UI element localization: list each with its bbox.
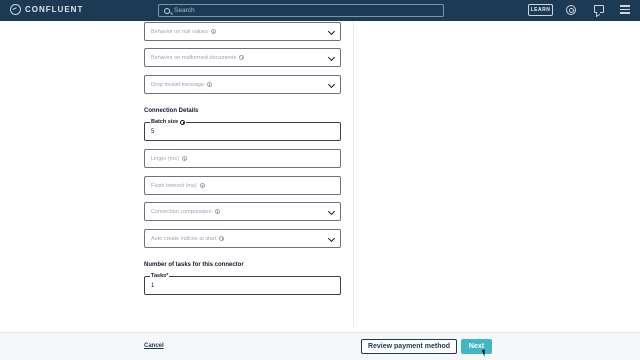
batch-size-field[interactable]: Batch size 5 (144, 119, 341, 141)
select-label: Behavior on null values (151, 29, 216, 35)
review-payment-method-button[interactable]: Review payment method (361, 339, 457, 354)
select-label: Drop invalid message (151, 82, 212, 88)
footer-bar (0, 332, 640, 360)
support-icon[interactable] (566, 5, 576, 15)
column-divider (353, 21, 354, 327)
search-input[interactable]: Search (158, 4, 444, 17)
tasks-heading: Number of tasks for this connector (144, 262, 244, 268)
top-nav-bar: CONFLUENT Search LEARN (0, 0, 640, 21)
cancel-link[interactable]: Cancel (144, 343, 164, 349)
connection-details-heading: Connection Details (144, 108, 199, 114)
connection-compression-select[interactable]: Connection compression (144, 202, 341, 221)
tasks-label: Tasks* (150, 273, 170, 279)
info-icon[interactable] (181, 156, 187, 161)
field-label: Flush timeout (ms) (151, 183, 205, 189)
select-label: Auto create indices at start (151, 236, 225, 242)
chevron-down-icon (327, 53, 336, 62)
confluent-logo[interactable]: CONFLUENT (10, 4, 83, 15)
menu-icon[interactable] (620, 5, 630, 15)
chevron-down-icon (327, 234, 336, 243)
info-icon[interactable] (206, 82, 212, 87)
logo-text: CONFLUENT (25, 5, 84, 14)
behavior-on-null-values-select[interactable]: Behavior on null values (144, 22, 341, 41)
linger-ms-field[interactable]: Linger (ms) (144, 149, 341, 168)
info-icon[interactable] (180, 119, 186, 125)
info-icon[interactable] (239, 55, 245, 60)
field-label: Linger (ms) (151, 156, 187, 162)
batch-size-value: 5 (151, 129, 155, 135)
drop-invalid-message-select[interactable]: Drop invalid message (144, 75, 341, 94)
chat-icon[interactable] (594, 5, 604, 13)
chevron-down-icon (327, 27, 336, 36)
select-label: Connection compression (151, 209, 220, 215)
info-icon[interactable] (219, 236, 225, 241)
tasks-field[interactable]: Tasks* 1 (144, 273, 341, 295)
info-icon[interactable] (210, 29, 216, 34)
learn-button[interactable]: LEARN (528, 4, 553, 16)
batch-size-label: Batch size (150, 119, 187, 125)
select-label: Behavior on malformed documents (151, 55, 245, 61)
confluent-logo-icon (10, 4, 21, 15)
search-icon (164, 7, 170, 14)
info-icon[interactable] (199, 183, 205, 188)
info-icon[interactable] (214, 209, 220, 214)
behavior-on-malformed-documents-select[interactable]: Behavior on malformed documents (144, 48, 341, 67)
tasks-value: 1 (151, 283, 155, 289)
search-placeholder: Search (174, 7, 195, 14)
flush-timeout-field[interactable]: Flush timeout (ms) (144, 176, 341, 195)
chevron-down-icon (327, 80, 336, 89)
auto-create-indices-select[interactable]: Auto create indices at start (144, 229, 341, 248)
chevron-down-icon (327, 207, 336, 216)
